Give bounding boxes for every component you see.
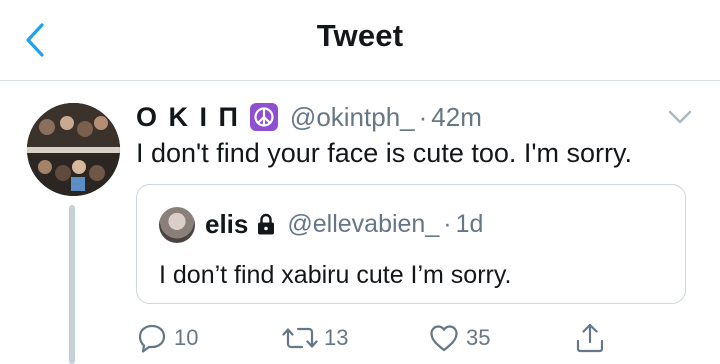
like-button[interactable]: 35 [428, 320, 490, 356]
quoted-tweet-card[interactable]: elis @ellevabien_ · 1d I don’t find xabi… [136, 184, 686, 304]
thread-line [69, 205, 75, 364]
reply-button[interactable]: 10 [136, 320, 198, 356]
author-name[interactable]: O K I П [136, 102, 240, 133]
separator-dot: · [443, 209, 452, 238]
share-button[interactable] [574, 320, 606, 356]
chevron-down-icon [668, 110, 692, 124]
page-title: Tweet [316, 18, 404, 53]
reply-count: 10 [174, 325, 199, 350]
reply-icon [138, 324, 166, 353]
quoted-tweet-text: I don’t find xabiru cute I’m sorry. [159, 261, 512, 289]
retweet-count: 13 [324, 325, 349, 350]
top-bar: Tweet [0, 0, 720, 81]
quoted-author-handle: @ellevabien_ [287, 209, 440, 238]
retweet-button[interactable]: 13 [282, 320, 348, 356]
tweet-timestamp[interactable]: 42m [431, 102, 482, 133]
tweet-header: O K I П @okintph_ · 42m [136, 100, 482, 134]
like-count: 35 [466, 325, 491, 350]
heart-icon [430, 325, 458, 352]
quoted-tweet-timestamp: 1d [455, 209, 484, 238]
retweet-icon [282, 327, 318, 349]
separator-dot: · [418, 101, 428, 132]
author-handle[interactable]: @okintph_ [290, 102, 415, 133]
share-icon [576, 323, 604, 353]
peace-sign-icon [249, 103, 278, 131]
avatar[interactable] [27, 103, 120, 196]
quoted-avatar[interactable] [159, 207, 195, 243]
quoted-tweet-header: elis @ellevabien_ · 1d [205, 209, 483, 239]
quoted-author-name: elis [205, 208, 249, 239]
more-options-button[interactable] [665, 104, 695, 130]
lock-icon [257, 213, 275, 235]
tweet-text: I don't find your face is cute too. I'm … [136, 138, 633, 168]
